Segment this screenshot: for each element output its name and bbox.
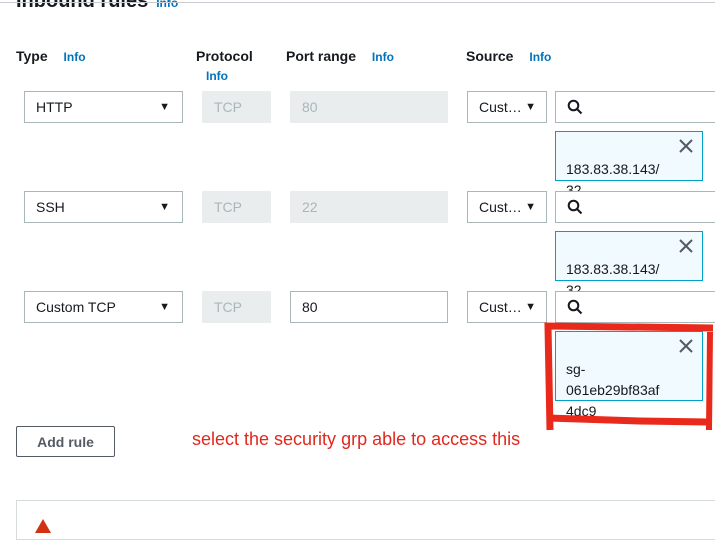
rule-source-search-input[interactable] bbox=[555, 91, 715, 123]
warning-icon bbox=[35, 519, 51, 533]
warning-note-box bbox=[16, 500, 715, 540]
rule-port-input[interactable]: 80 bbox=[290, 291, 448, 323]
col-header-source: Source Info bbox=[466, 48, 551, 64]
add-rule-button[interactable]: Add rule bbox=[16, 426, 115, 457]
close-icon[interactable] bbox=[678, 138, 694, 154]
rule-protocol-field: TCP bbox=[202, 191, 271, 223]
rule-port-value: 80 bbox=[302, 299, 318, 315]
protocol-info-link[interactable]: Info bbox=[206, 69, 228, 83]
caret-down-icon: ▼ bbox=[525, 301, 536, 313]
rule-protocol-value: TCP bbox=[214, 299, 242, 315]
divider bbox=[0, 2, 715, 3]
rule-source-select[interactable]: Cust… ▼ bbox=[467, 191, 547, 223]
rule-protocol-field: TCP bbox=[202, 291, 271, 323]
search-icon bbox=[567, 299, 583, 315]
add-rule-label: Add rule bbox=[37, 433, 94, 450]
rule-source-search-input[interactable] bbox=[555, 191, 715, 223]
rule-source-value: Cust… bbox=[479, 99, 522, 115]
caret-down-icon: ▼ bbox=[159, 201, 170, 213]
caret-down-icon: ▼ bbox=[525, 201, 536, 213]
col-header-type: Type Info bbox=[16, 48, 86, 64]
rule-source-value: Cust… bbox=[479, 199, 522, 215]
annotation-text: select the security grp able to access t… bbox=[192, 429, 521, 449]
type-header-label: Type bbox=[16, 48, 48, 64]
rule-type-select[interactable]: HTTP ▼ bbox=[24, 91, 183, 123]
caret-down-icon: ▼ bbox=[525, 101, 536, 113]
rule-source-select[interactable]: Cust… ▼ bbox=[467, 91, 547, 123]
rule-source-select[interactable]: Cust… ▼ bbox=[467, 291, 547, 323]
caret-down-icon: ▼ bbox=[159, 101, 170, 113]
source-info-link[interactable]: Info bbox=[529, 50, 551, 64]
rule-protocol-value: TCP bbox=[214, 99, 242, 115]
rule-type-value: SSH bbox=[36, 199, 65, 215]
rule-type-value: Custom TCP bbox=[36, 299, 116, 315]
source-token-chip: 183.83.38.143/ 32 bbox=[555, 231, 703, 298]
rule-port-field: 80 bbox=[290, 91, 448, 123]
rule-type-select[interactable]: Custom TCP ▼ bbox=[24, 291, 183, 323]
search-icon bbox=[567, 99, 583, 115]
col-header-port-range: Port range Info bbox=[286, 48, 394, 64]
rule-protocol-field: TCP bbox=[202, 91, 271, 123]
rule-port-value: 80 bbox=[302, 99, 318, 115]
caret-down-icon: ▼ bbox=[159, 301, 170, 313]
port-info-link[interactable]: Info bbox=[372, 50, 394, 64]
col-header-protocol: Protocol bbox=[196, 48, 253, 64]
rule-type-select[interactable]: SSH ▼ bbox=[24, 191, 183, 223]
rule-protocol-value: TCP bbox=[214, 199, 242, 215]
source-token-chip: 183.83.38.143/ 32 bbox=[555, 131, 703, 198]
type-info-link[interactable]: Info bbox=[64, 50, 86, 64]
rule-port-value: 22 bbox=[302, 199, 318, 215]
source-header-label: Source bbox=[466, 48, 514, 64]
search-icon bbox=[567, 199, 583, 215]
rule-port-field: 22 bbox=[290, 191, 448, 223]
port-header-label: Port range bbox=[286, 48, 357, 64]
rule-type-value: HTTP bbox=[36, 99, 73, 115]
rule-source-value: Cust… bbox=[479, 299, 522, 315]
protocol-header-label: Protocol bbox=[196, 48, 253, 64]
close-icon[interactable] bbox=[678, 238, 694, 254]
highlight-annotation-marks bbox=[544, 322, 714, 431]
